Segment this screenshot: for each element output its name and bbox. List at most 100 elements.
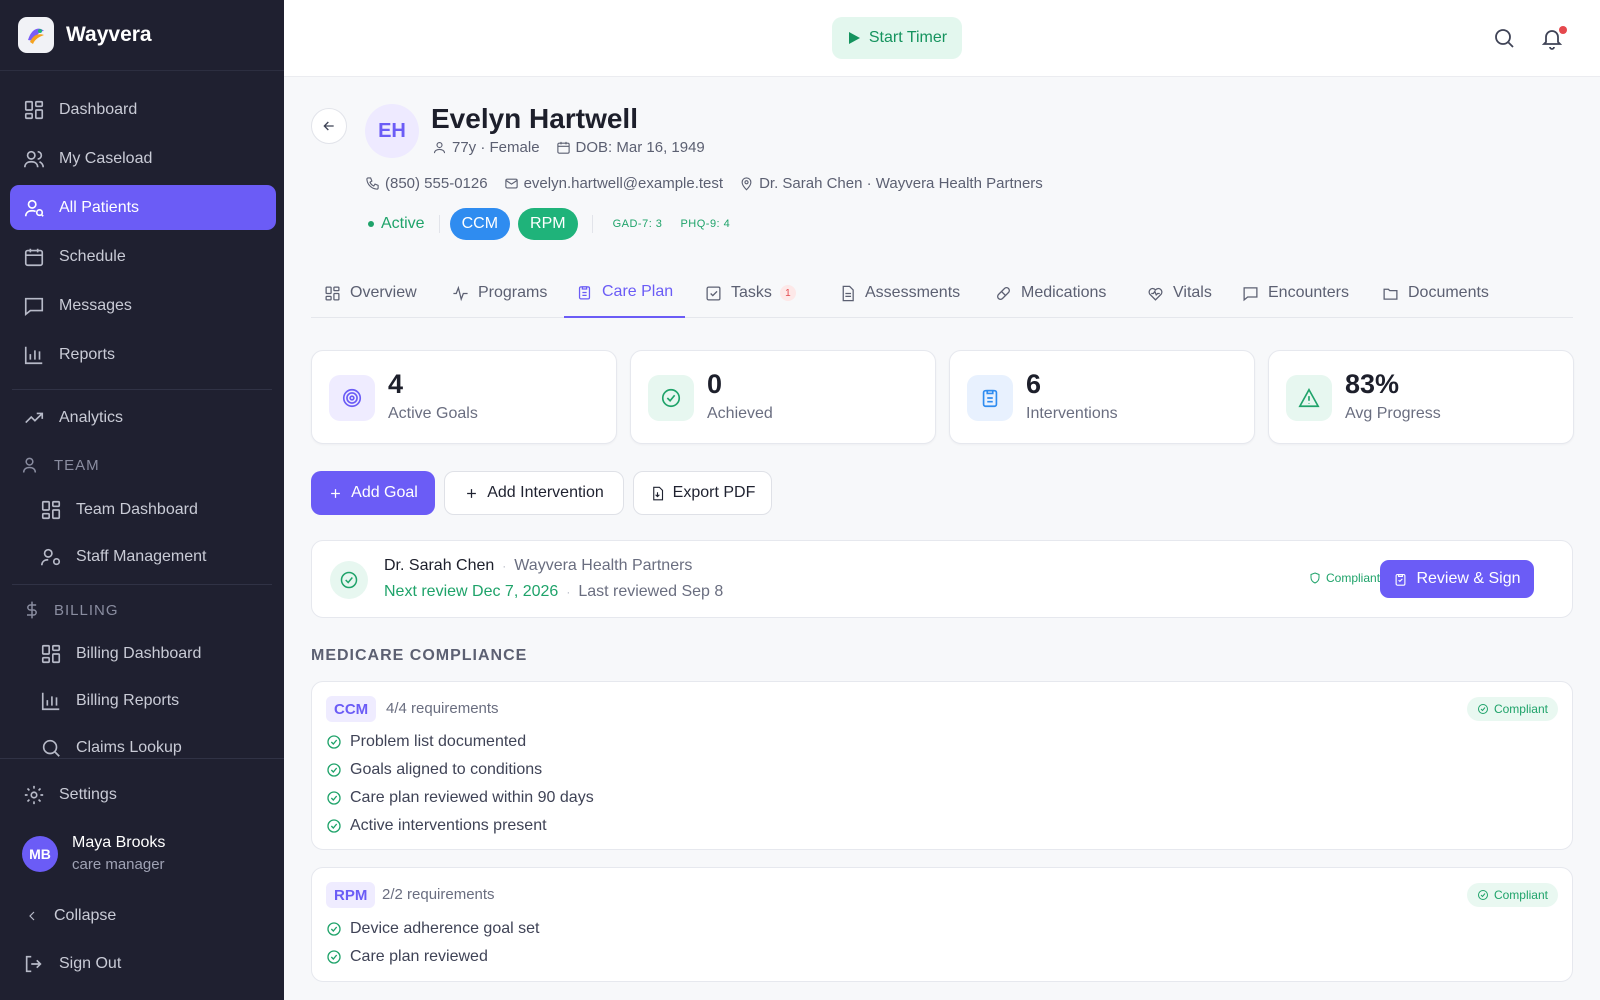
nav-billing-dashboard[interactable]: Billing Dashboard: [10, 631, 276, 676]
nav-staff-management[interactable]: Staff Management: [10, 534, 276, 579]
nav-schedule[interactable]: Schedule: [10, 234, 276, 279]
patient-badges: Active CCM RPM GAD-7: 3 PHQ-9: 4: [368, 208, 738, 240]
nav-team-dashboard[interactable]: Team Dashboard: [10, 487, 276, 532]
target-icon: [329, 375, 375, 421]
stat-label: Active Goals: [388, 405, 478, 422]
program-badge-rpm[interactable]: RPM: [518, 208, 578, 240]
tab-label: Programs: [478, 284, 548, 301]
grid-icon: [325, 285, 340, 301]
check-circle-icon: [648, 375, 694, 421]
tab-medications[interactable]: Medications: [995, 268, 1106, 318]
message-icon: [24, 297, 44, 316]
nav-label: Sign Out: [59, 954, 122, 972]
sign-out-button[interactable]: Sign Out: [10, 941, 276, 986]
add-goal-button[interactable]: Add Goal: [311, 471, 435, 515]
patient-dob: DOB: Mar 16, 1949: [575, 139, 705, 156]
patient-tabs: Overview Programs Care Plan Tasks 1 Asse…: [311, 268, 1573, 318]
compliant-label: Compliant: [1326, 571, 1381, 585]
nav-label: Settings: [59, 785, 117, 803]
stat-value: 4: [388, 369, 404, 399]
program-badge-ccm[interactable]: CCM: [449, 208, 511, 240]
brand[interactable]: Wayvera: [0, 0, 284, 71]
heart-pulse-icon: [1148, 287, 1163, 301]
patient-avatar: EH: [365, 104, 419, 158]
calendar-icon: [24, 248, 44, 266]
last-reviewed: Last reviewed Sep 8: [578, 583, 724, 600]
tab-tasks[interactable]: Tasks 1: [705, 268, 796, 318]
nav-claims-lookup[interactable]: Claims Lookup: [10, 725, 276, 770]
chevron-left-icon: [29, 911, 35, 920]
stat-value: 83%: [1345, 369, 1400, 399]
check-circle-icon: [327, 791, 341, 805]
requirement-item: Care plan reviewed: [326, 948, 488, 966]
clipboard-icon: [967, 375, 1013, 421]
play-icon: [848, 32, 860, 44]
nav-messages[interactable]: Messages: [10, 283, 276, 328]
sidebar: Wayvera Dashboard My Caseload All Patien…: [0, 0, 284, 1000]
patient-name: Evelyn Hartwell: [431, 103, 638, 134]
brand-name: Wayvera: [66, 23, 152, 46]
nav-reports[interactable]: Reports: [10, 332, 276, 377]
bar-chart-icon: [24, 346, 43, 364]
compliant-badge: Compliant: [1466, 883, 1558, 907]
care-plan-review-card: Dr. Sarah Chen · Wayvera Health Partners…: [311, 540, 1573, 618]
stat-label: Achieved: [707, 405, 773, 422]
nav-label: Team Dashboard: [76, 500, 198, 518]
export-pdf-button[interactable]: Export PDF: [633, 471, 772, 515]
tab-encounters[interactable]: Encounters: [1242, 268, 1349, 318]
program-tag: RPM: [326, 882, 376, 908]
nav-dashboard[interactable]: Dashboard: [10, 87, 276, 132]
tab-label: Assessments: [865, 284, 961, 301]
tab-vitals[interactable]: Vitals: [1147, 268, 1212, 318]
nav-label: Analytics: [59, 408, 124, 426]
requirement-item: Device adherence goal set: [326, 920, 539, 938]
add-intervention-button[interactable]: Add Intervention: [444, 471, 624, 515]
warning-icon: [1286, 375, 1332, 421]
patient-contact: (850) 555-0126 evelyn.hartwell@example.t…: [365, 175, 1043, 192]
mail-icon: [504, 178, 518, 189]
current-user[interactable]: MB Maya Brooks care manager: [22, 834, 165, 873]
clipboard-icon: [578, 285, 591, 300]
patient-phone[interactable]: (850) 555-0126: [385, 175, 488, 192]
phone-icon: [366, 177, 379, 190]
requirements-count: 2/2 requirements: [382, 886, 495, 903]
gear-icon: [24, 785, 44, 804]
tab-programs[interactable]: Programs: [452, 268, 547, 318]
requirement-label: Care plan reviewed: [350, 948, 488, 965]
tab-documents[interactable]: Documents: [1382, 268, 1489, 318]
top-bar: Start Timer: [284, 0, 1600, 77]
tab-label: Documents: [1408, 284, 1489, 301]
notification-dot: [1559, 26, 1567, 34]
activity-icon: [453, 285, 468, 301]
plus-icon: [467, 488, 477, 498]
back-button[interactable]: [311, 108, 347, 144]
check-circle-icon: [1477, 704, 1488, 714]
users-icon: [24, 150, 44, 167]
tab-assessments[interactable]: Assessments: [839, 268, 960, 318]
clipboard-icon: [1396, 573, 1406, 586]
nav-analytics[interactable]: Analytics: [10, 395, 276, 440]
nav-label: Collapse: [54, 906, 117, 924]
status-badge: Active: [368, 215, 425, 233]
tab-overview[interactable]: Overview: [324, 268, 417, 318]
score-gad7: GAD-7: 3: [612, 218, 663, 230]
calendar-icon: [556, 141, 570, 154]
patient-email[interactable]: evelyn.hartwell@example.test: [524, 175, 723, 192]
collapse-button[interactable]: Collapse: [10, 893, 276, 938]
tab-care-plan[interactable]: Care Plan: [564, 268, 686, 318]
tab-label: Overview: [350, 284, 417, 301]
patient-age-sex: 77y · Female: [452, 139, 540, 156]
score-phq9: PHQ-9: 4: [680, 218, 731, 230]
section-label: BILLING: [54, 601, 119, 619]
search-icon[interactable]: [1492, 26, 1516, 50]
nav-my-caseload[interactable]: My Caseload: [10, 136, 276, 181]
nav-billing-reports[interactable]: Billing Reports: [10, 678, 276, 723]
button-label: Add Goal: [351, 484, 418, 501]
nav-all-patients[interactable]: All Patients: [10, 185, 276, 230]
nav-label: Reports: [59, 345, 116, 363]
user-search-icon: [24, 199, 44, 217]
review-sign-button[interactable]: Review & Sign: [1380, 560, 1534, 598]
start-timer-button[interactable]: Start Timer: [832, 17, 962, 59]
nav-settings[interactable]: Settings: [10, 772, 276, 817]
section-label: TEAM: [54, 456, 100, 474]
